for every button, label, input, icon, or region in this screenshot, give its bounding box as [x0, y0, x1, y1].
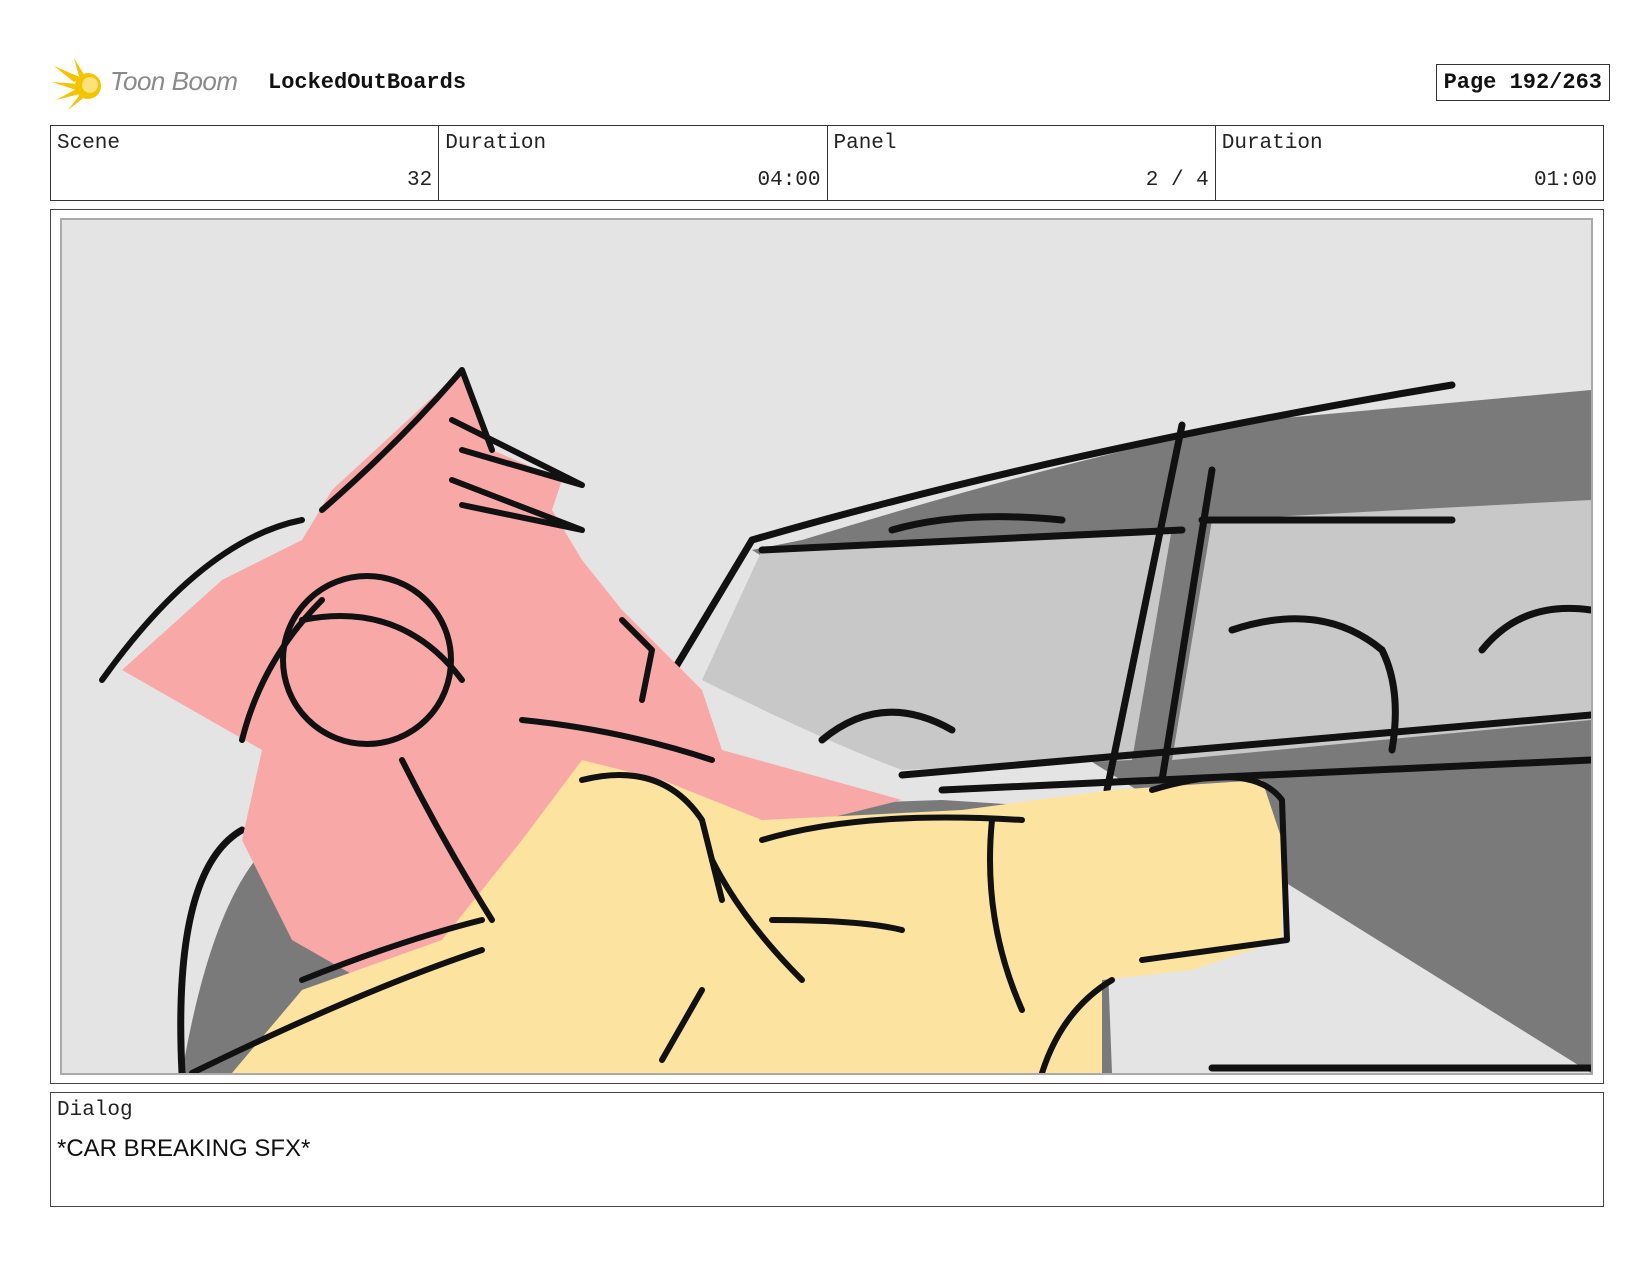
scene-duration-value: 04:00 [757, 169, 821, 192]
scene-value: 32 [407, 169, 433, 192]
car-window-front [702, 528, 1172, 770]
storyboard-panel-drawing [60, 218, 1593, 1075]
brand-name: Toon Boom [110, 66, 238, 96]
panel-duration-value: 01:00 [1533, 169, 1597, 192]
panel-duration-label: Duration [1221, 132, 1323, 155]
page-indicator: Page 192/263 [1435, 64, 1610, 101]
panel-info-table: Scene 32 Duration 04:00 Panel 2 / 4 Dura… [50, 125, 1604, 201]
project-title: LockedOutBoards [268, 70, 467, 95]
page-header: Toon Boom LockedOutBoards Page 192/263 [52, 56, 1610, 112]
panel-cell: Panel 2 / 4 [828, 126, 1216, 200]
dialog-text: *CAR BREAKING SFX* [57, 1135, 311, 1162]
scene-duration-cell: Duration 04:00 [439, 126, 828, 200]
toon-boom-logo-icon [52, 58, 101, 110]
scene-duration-label: Duration [445, 132, 547, 155]
scene-label: Scene [57, 132, 121, 155]
panel-sketch [99, 367, 1591, 1073]
panel-duration-cell: Duration 01:00 [1216, 126, 1603, 200]
storyboard-panel-frame [50, 209, 1604, 1084]
scene-cell: Scene 32 [51, 126, 440, 200]
panel-value: 2 / 4 [1145, 169, 1209, 192]
dialog-box: Dialog *CAR BREAKING SFX* [50, 1092, 1604, 1207]
panel-label: Panel [833, 132, 897, 155]
dialog-label: Dialog [57, 1099, 133, 1122]
